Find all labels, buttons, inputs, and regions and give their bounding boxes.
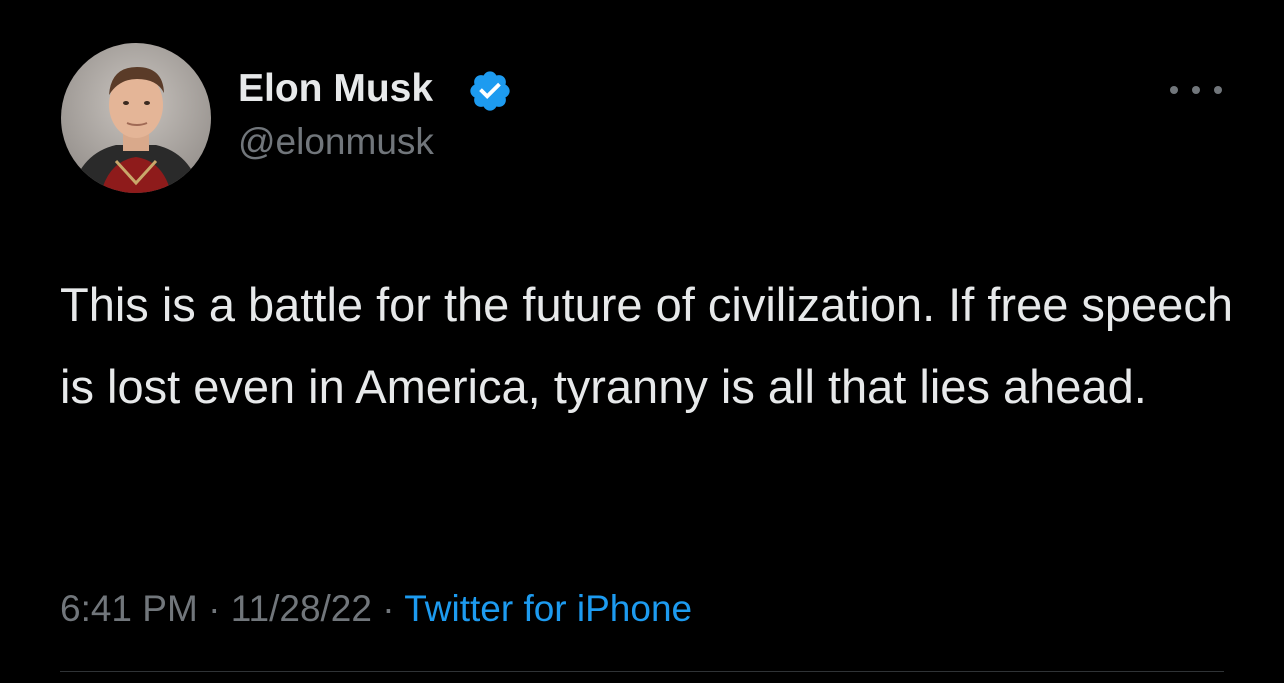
more-dot (1192, 86, 1200, 94)
divider (60, 671, 1224, 672)
more-horizontal-icon[interactable] (1170, 80, 1222, 100)
tweet-date[interactable]: 11/28/22 (231, 588, 372, 629)
tweet-source-link[interactable]: Twitter for iPhone (404, 588, 692, 629)
meta-separator: · (208, 588, 221, 629)
tweet-meta: 6:41 PM · 11/28/22 · Twitter for iPhone (60, 586, 692, 632)
tweet-time[interactable]: 6:41 PM (60, 588, 198, 629)
author-handle[interactable]: @elonmusk (238, 120, 434, 164)
meta-separator: · (382, 588, 395, 629)
tweet-text: This is a battle for the future of civil… (60, 278, 1233, 413)
more-dot (1170, 86, 1178, 94)
more-dot (1214, 86, 1222, 94)
author-name[interactable]: Elon Musk (238, 66, 433, 112)
verified-badge-icon (470, 71, 510, 111)
avatar[interactable] (61, 43, 211, 193)
